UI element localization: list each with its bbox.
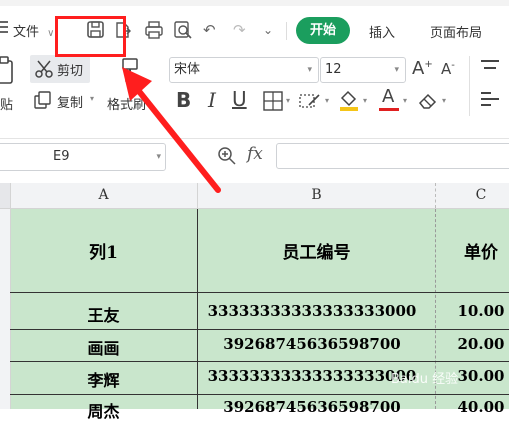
table-cell[interactable]: 王友 xyxy=(10,302,197,326)
table-cell[interactable]: 李辉 xyxy=(10,367,197,391)
table-cell[interactable]: 33333333333333333000 xyxy=(198,302,426,320)
font-color-swatch xyxy=(379,108,399,111)
chevron-down-icon[interactable]: ▾ xyxy=(363,96,367,105)
fill-color-button[interactable] xyxy=(338,88,360,112)
tab-insert[interactable]: 插入 xyxy=(369,22,395,41)
redo-icon[interactable]: ↷ xyxy=(233,20,246,40)
tab-page-layout[interactable]: 页面布局 xyxy=(430,22,482,41)
table-cell[interactable]: 40.00 xyxy=(436,398,509,416)
divider xyxy=(286,22,287,40)
align-top-icon[interactable] xyxy=(481,60,499,69)
print-preview-button[interactable] xyxy=(173,20,193,40)
font-size-value: 12 xyxy=(325,62,342,77)
chevron-down-icon[interactable]: ▾ xyxy=(403,96,407,105)
red-arrow-icon xyxy=(122,67,221,193)
print-icon xyxy=(145,21,163,39)
table-cell[interactable]: 画画 xyxy=(10,335,197,359)
chevron-down-icon: ∨ xyxy=(47,28,55,39)
scissors-icon xyxy=(35,60,53,78)
title-strip xyxy=(0,0,509,6)
font-size-select[interactable]: 12 ▾ xyxy=(320,57,406,83)
underline-button[interactable]: U xyxy=(232,88,247,110)
font-color-glyph: A xyxy=(382,86,395,107)
table-cell[interactable]: 10.00 xyxy=(436,302,509,320)
table-cell[interactable]: 39268745636598700 xyxy=(198,398,426,416)
print-button[interactable] xyxy=(144,20,164,40)
formula-input[interactable] xyxy=(276,143,509,169)
border-icon xyxy=(263,91,283,111)
font-color-button[interactable]: A xyxy=(378,86,400,112)
table-cell[interactable]: 39268745636598700 xyxy=(198,335,426,353)
border-button[interactable] xyxy=(263,91,283,111)
chevron-down-icon: ▾ xyxy=(307,65,312,75)
file-menu[interactable]: 文件 ∨ xyxy=(13,21,54,40)
table-cell[interactable]: 20.00 xyxy=(436,335,509,353)
undo-icon[interactable]: ↶ xyxy=(203,20,216,40)
cell-reference: E9 xyxy=(53,149,70,164)
paste-label[interactable]: 贴 xyxy=(0,94,13,113)
chevron-down-icon[interactable]: ▾ xyxy=(442,96,446,105)
cell-border xyxy=(10,329,509,330)
menu-icon[interactable] xyxy=(0,21,8,33)
paste-icon[interactable] xyxy=(0,55,16,85)
more-chevron-icon[interactable]: ⌄ xyxy=(263,20,273,40)
header-cell-unit-price[interactable]: 单价 xyxy=(436,238,509,263)
print-preview-icon xyxy=(174,21,192,39)
watermark: Baidu 经验 xyxy=(391,372,459,387)
grow-font-button[interactable]: A+ xyxy=(412,58,433,79)
paint-bucket-icon xyxy=(340,90,358,111)
table-cell[interactable]: 周杰 xyxy=(10,398,197,422)
tab-start[interactable]: 开始 xyxy=(296,17,350,44)
chevron-down-icon[interactable]: ▾ xyxy=(286,96,290,105)
shrink-font-glyph: A xyxy=(441,60,452,78)
cut-label: 剪切 xyxy=(57,64,84,79)
header-cell-col1[interactable]: 列1 xyxy=(10,238,197,263)
chevron-down-icon[interactable]: ▾ xyxy=(325,96,329,105)
shrink-font-button[interactable]: A- xyxy=(441,60,455,78)
copy-button[interactable]: 复制 ▾ xyxy=(34,90,100,112)
grow-font-glyph: A xyxy=(412,58,425,79)
align-left-icon[interactable] xyxy=(481,92,499,106)
cell-border xyxy=(10,292,509,293)
column-header-c[interactable]: C xyxy=(436,183,509,208)
cut-button[interactable]: 剪切 xyxy=(30,55,90,83)
fill-style-icon[interactable] xyxy=(299,91,321,111)
file-menu-label: 文件 xyxy=(13,25,40,40)
highlight-box xyxy=(55,16,126,57)
copy-icon xyxy=(34,91,51,109)
function-button[interactable]: fx xyxy=(247,144,263,164)
eraser-icon[interactable] xyxy=(417,91,439,111)
column-header-b[interactable]: B xyxy=(198,183,436,208)
cell-border xyxy=(10,361,509,362)
divider xyxy=(469,56,470,116)
header-cell-employee-id[interactable]: 员工编号 xyxy=(198,238,435,263)
chevron-down-icon: ▾ xyxy=(394,65,399,75)
chevron-down-icon: ▾ xyxy=(90,94,95,103)
copy-label: 复制 xyxy=(57,96,84,111)
